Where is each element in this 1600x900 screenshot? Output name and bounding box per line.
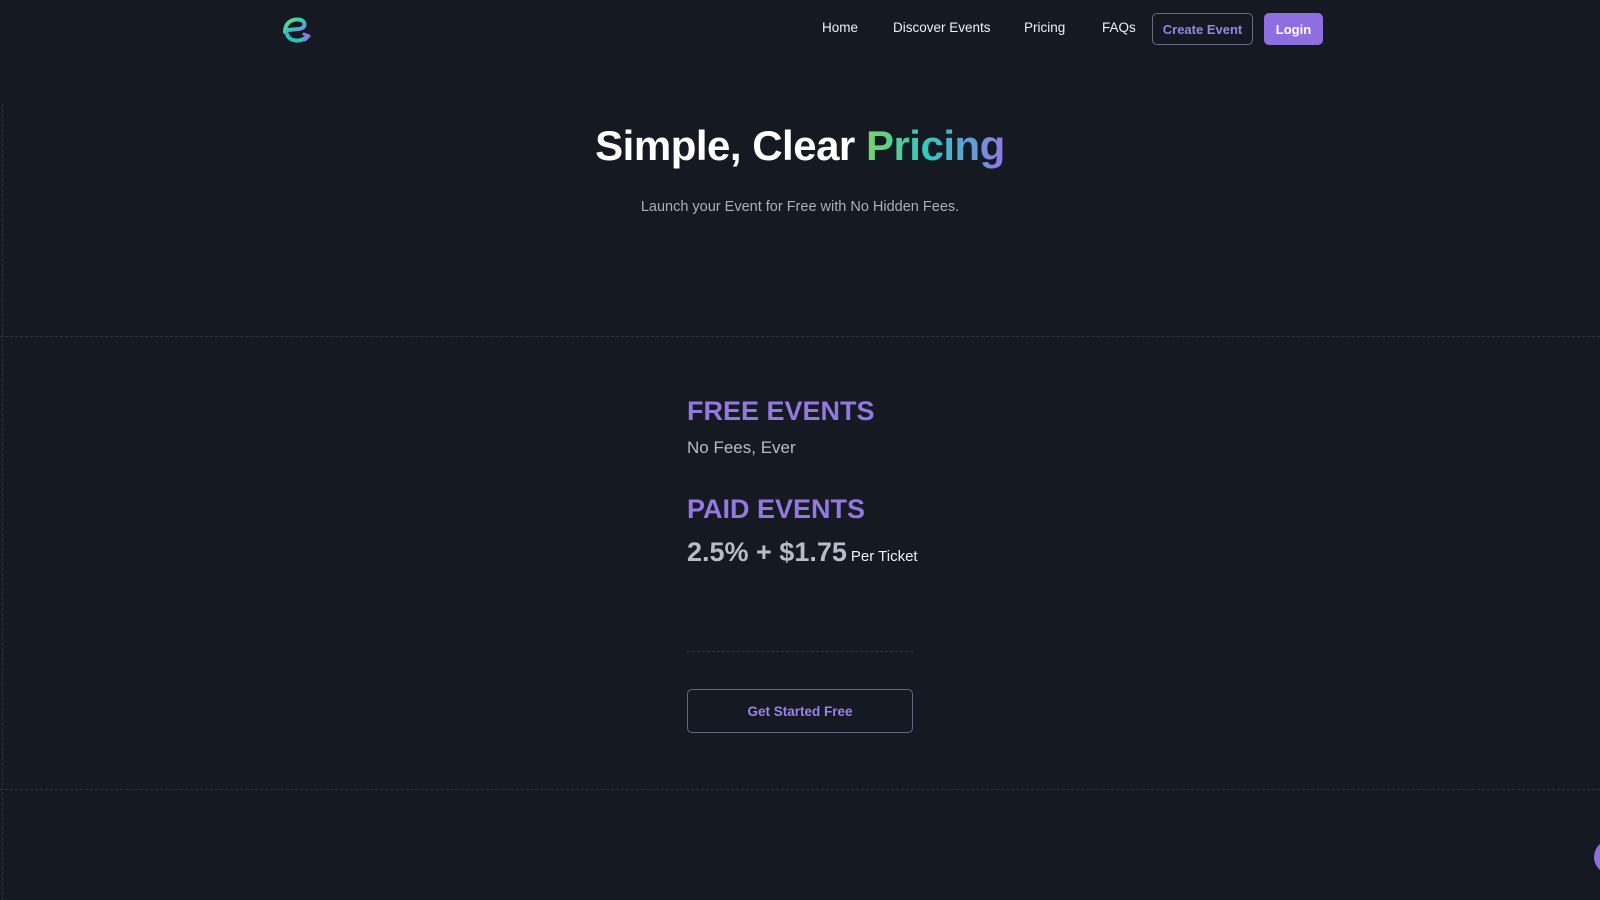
page-title-main: Simple, Clear xyxy=(595,122,866,169)
nav-link-pricing[interactable]: Pricing xyxy=(1024,20,1065,35)
page-title: Simple, Clear Pricing xyxy=(0,122,1600,170)
get-started-free-button[interactable]: Get Started Free xyxy=(687,689,913,733)
paid-events-unit: Per Ticket xyxy=(850,548,918,565)
pricing-divider xyxy=(687,651,913,652)
section-divider-top xyxy=(0,336,1600,337)
nav-link-home[interactable]: Home xyxy=(822,20,858,35)
free-events-note: No Fees, Ever xyxy=(687,438,796,457)
paid-events-price: 2.5% + $1.75 Per Ticket xyxy=(687,537,918,568)
main-nav: Home Discover Events Pricing FAQs Create… xyxy=(0,0,1600,58)
chat-bubble-icon[interactable] xyxy=(1594,840,1600,874)
section-divider-bottom xyxy=(0,789,1600,790)
page-subtitle: Launch your Event for Free with No Hidde… xyxy=(640,199,960,215)
site-header: Home Discover Events Pricing FAQs Create… xyxy=(0,0,1600,58)
login-button[interactable]: Login xyxy=(1264,13,1323,45)
paid-events-title: PAID EVENTS xyxy=(687,494,866,524)
nav-link-discover-events[interactable]: Discover Events xyxy=(893,20,991,35)
section-guide-vertical xyxy=(2,104,3,900)
page-title-accent: Pricing xyxy=(865,122,1005,169)
nav-link-faqs[interactable]: FAQs xyxy=(1102,20,1136,35)
free-events-title: FREE EVENTS xyxy=(687,396,875,426)
paid-events-amount: 2.5% + $1.75 xyxy=(687,537,847,567)
create-event-button[interactable]: Create Event xyxy=(1152,13,1253,45)
